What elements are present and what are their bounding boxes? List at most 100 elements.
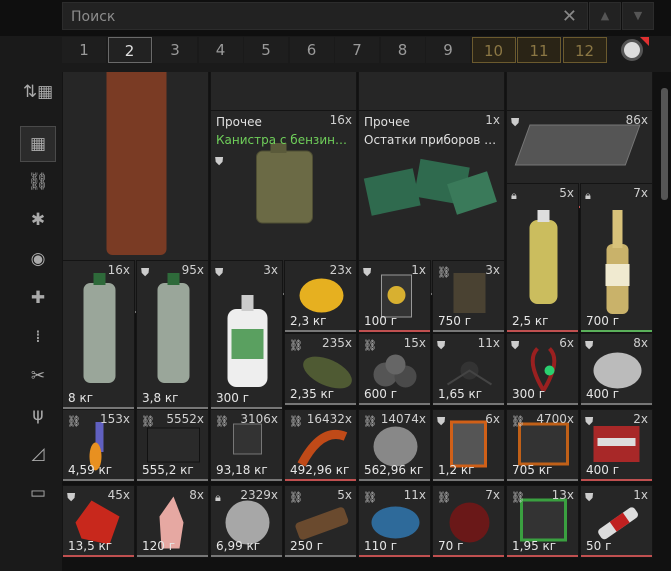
item-weight: 110 г	[364, 539, 398, 553]
inventory-item-yellow-bottle[interactable]: 🔒︎ 5x 2,5 кг	[506, 183, 579, 333]
storage-icon[interactable]: ▭	[20, 475, 56, 511]
rarity-bar	[507, 479, 578, 481]
scroll-down-button[interactable]: ▼	[622, 2, 654, 30]
page-tab-5[interactable]: 5	[244, 37, 288, 63]
inventory-item-leaf[interactable]: ⛓ 235x 2,35 кг	[284, 333, 357, 406]
scrollbar-thumb[interactable]	[661, 88, 668, 200]
item-weight: 300 г	[512, 387, 546, 401]
rarity-bar	[433, 479, 504, 481]
shield-icon: ⛊	[363, 266, 372, 279]
inventory-item-green-box[interactable]: ⛓ 13x 1,95 кг	[506, 485, 579, 558]
page-tab-12[interactable]: 12	[562, 37, 607, 63]
inventory-item-crate[interactable]: ⛓ 3x 750 г	[432, 260, 505, 333]
clear-search-icon[interactable]: ✕	[562, 6, 577, 27]
blueprint-icon[interactable]: ◿	[20, 436, 56, 472]
search-box[interactable]: ✕	[62, 2, 588, 30]
inventory-item-syringe[interactable]: ⛊ 1x 50 г	[580, 485, 653, 558]
item-count: 4700x	[536, 412, 574, 426]
inventory-item-battery[interactable]: ⛓ 5552x 555,2 кг	[136, 409, 209, 482]
item-count: 235x	[321, 336, 352, 350]
page-tab-2[interactable]: 2	[107, 37, 152, 63]
sort-icon[interactable]: ⇅▦	[20, 74, 56, 110]
shield-icon: ⛊	[141, 266, 150, 279]
inventory-item-water-bottle-2[interactable]: ⛊ 95x 3,8 кг	[136, 260, 209, 410]
rarity-bar	[507, 403, 578, 405]
inventory-item-water-bottle-1[interactable]: 16x 8 кг	[62, 260, 135, 410]
link-icon[interactable]: ⛓	[20, 164, 56, 200]
inventory-item-wood-piece[interactable]: ⛓ 5x 250 г	[284, 485, 357, 558]
page-tabs: 1 2 3 4 5 6 7 8 9 10 11 12	[62, 37, 608, 65]
search-input[interactable]	[69, 6, 543, 28]
inventory-item-glass-orb[interactable]: 🔒︎ 2329x 6,99 кг	[210, 485, 283, 558]
notification-indicator	[640, 37, 649, 46]
page-tab-4[interactable]: 4	[198, 37, 243, 63]
item-weight: 400 г	[586, 463, 620, 477]
scrollbar[interactable]	[658, 72, 671, 571]
page-tab-11[interactable]: 11	[517, 37, 561, 63]
item-count: 1x	[411, 263, 426, 277]
inventory-item-portal-box[interactable]: ⛊ 1x 100 г	[358, 260, 431, 333]
page-tab-8[interactable]: 8	[380, 37, 425, 63]
inventory-item-orange-tablet[interactable]: ⛊ 6x 1,2 кг	[432, 409, 505, 482]
item-weight: 555,2 кг	[142, 463, 194, 477]
page-tab-3[interactable]: 3	[153, 37, 197, 63]
item-category: Прочее	[216, 115, 262, 129]
inventory-item-electronics[interactable]: ⛓ 3106x 93,18 кг	[210, 409, 283, 482]
lock-icon: 🔒︎	[215, 491, 221, 504]
inventory-item-orange-frame[interactable]: ⛓ 4700x 705 кг	[506, 409, 579, 482]
food-icon[interactable]: ψ	[20, 397, 56, 433]
scroll-up-button[interactable]: ▲	[589, 2, 621, 30]
item-count: 2x	[633, 412, 648, 426]
page-tab-9[interactable]: 9	[426, 37, 470, 63]
inventory-item-meteor[interactable]: ⛊ 8x 400 г	[580, 333, 653, 406]
inventory-item-flare[interactable]: ⛓ 153x 4,59 кг	[62, 409, 135, 482]
item-weight: 6,99 кг	[216, 539, 261, 553]
grenade-icon[interactable]: ✱	[20, 202, 56, 238]
medkit-icon[interactable]: ✚	[20, 280, 56, 316]
rarity-bar	[137, 479, 208, 481]
link-icon: ⛓	[141, 415, 155, 428]
page-tab-7[interactable]: 7	[335, 37, 379, 63]
page-tab-1[interactable]: 1	[62, 37, 106, 63]
inventory-item-red-crystal[interactable]: ⛊ 45x 13,5 кг	[62, 485, 135, 558]
rarity-bar	[137, 555, 208, 557]
item-weight: 562,96 кг	[364, 463, 424, 477]
inventory-item-white-bottle[interactable]: ⛊ 3x 300 г	[210, 260, 283, 410]
page-tab-6[interactable]: 6	[289, 37, 334, 63]
rarity-bar	[581, 403, 652, 405]
rarity-bar	[507, 555, 578, 557]
tools-icon[interactable]: ✂	[20, 358, 56, 394]
item-weight: 1,2 кг	[438, 463, 475, 477]
item-weight: 750 г	[438, 314, 472, 328]
item-weight: 600 г	[364, 387, 398, 401]
rarity-bar	[285, 555, 356, 557]
item-count: 153x	[99, 412, 130, 426]
inventory-item-champagne[interactable]: 🔒︎ 7x 700 г	[580, 183, 653, 333]
inventory-item-stone-ore[interactable]: ⛓ 14074x 562,96 кг	[358, 409, 431, 482]
link-icon: ⛓	[67, 415, 81, 428]
rarity-bar	[581, 555, 652, 557]
ammo-icon[interactable]: ⁞	[20, 319, 56, 355]
inventory-item-red-shell[interactable]: ⛓ 7x 70 г	[432, 485, 505, 558]
item-weight: 70 г	[438, 539, 464, 553]
inventory-item-spider[interactable]: ⛊ 11x 1,65 кг	[432, 333, 505, 406]
inventory-item-lemon[interactable]: 23x 2,3 кг	[284, 260, 357, 333]
inventory-item-red-toolbox[interactable]: ⛊ 2x 400 г	[580, 409, 653, 482]
all-items-icon[interactable]: ▦	[20, 126, 56, 162]
item-category: Прочее	[364, 115, 410, 129]
item-count: 23x	[329, 263, 352, 277]
inventory-item-pink-crystal[interactable]: 8x 120 г	[136, 485, 209, 558]
inventory-item-blue-moss[interactable]: ⛓ 11x 110 г	[358, 485, 431, 558]
artifact-icon[interactable]: ◉	[20, 241, 56, 277]
inventory-item-red-plant[interactable]: ⛊ 6x 300 г	[506, 333, 579, 406]
rarity-bar	[433, 403, 504, 405]
shield-icon: ⛊	[215, 266, 224, 279]
shield-icon: ⛊	[511, 116, 520, 129]
rarity-bar	[359, 330, 430, 332]
lock-icon: 🔒︎	[511, 189, 517, 202]
rarity-bar	[211, 555, 282, 557]
shield-icon: ⛊	[67, 491, 76, 504]
inventory-item-orange-fern[interactable]: ⛓ 16432x 492,96 кг	[284, 409, 357, 482]
page-tab-10[interactable]: 10	[471, 37, 516, 63]
inventory-item-rocks[interactable]: ⛓ 15x 600 г	[358, 333, 431, 406]
